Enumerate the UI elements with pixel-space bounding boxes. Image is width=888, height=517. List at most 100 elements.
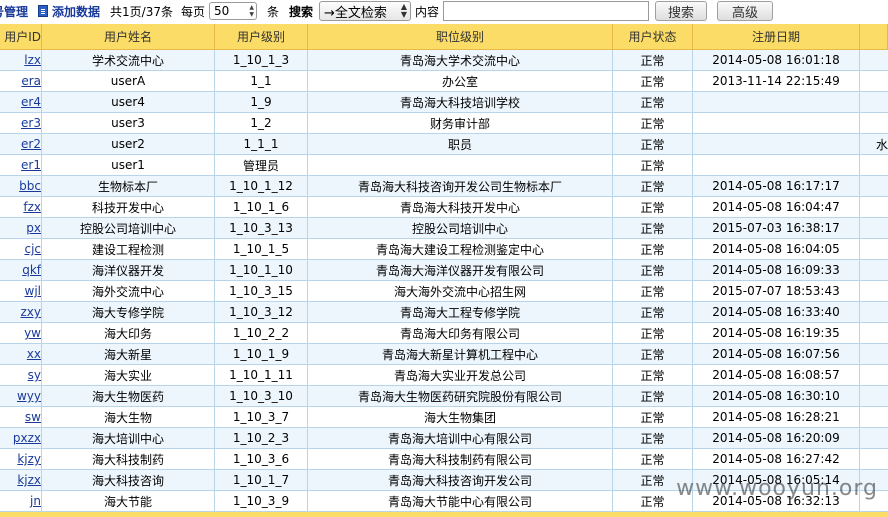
search-input[interactable] — [443, 1, 650, 21]
position-level-cell: 青岛海大学术交流中心 — [308, 50, 613, 70]
header-user-id[interactable]: 用户ID — [0, 24, 42, 49]
user-status-cell: 正常 — [613, 302, 693, 322]
table-row[interactable]: er4 user4 1_9 青岛海大科技培训学校 正常 — [0, 92, 888, 113]
user-id-link[interactable]: qkf — [22, 263, 41, 277]
position-level-cell: 青岛海大工程专修学院 — [308, 302, 613, 322]
table-row[interactable]: sw 海大生物 1_10_3_7 海大生物集团 正常 2014-05-08 16:28:2… — [0, 407, 888, 428]
user-name-cell: 海大印务 — [42, 323, 215, 343]
extra-cell — [860, 155, 888, 175]
user-id-link[interactable]: bbc — [19, 179, 41, 193]
user-id-cell: er1 — [0, 155, 42, 175]
extra-cell — [860, 407, 888, 427]
user-id-link[interactable]: pxzx — [13, 431, 41, 445]
user-id-cell: cjc — [0, 239, 42, 259]
header-user-level[interactable]: 用户级别 — [215, 24, 308, 49]
table-row[interactable]: era userA 1_1 办公室 正常 2013-11-14 22:15:49 — [0, 71, 888, 92]
table-row[interactable]: er1 user1 管理员 正常 — [0, 155, 888, 176]
user-status-cell: 正常 — [613, 470, 693, 490]
table-row[interactable]: wyy 海大生物医药 1_10_3_10 青岛海大生物医药研究院股份有限公司 正常 201… — [0, 386, 888, 407]
extra-cell — [860, 449, 888, 469]
table-row[interactable]: sy 海大实业 1_10_1_11 青岛海大实业开发总公司 正常 2014-05-08 1… — [0, 365, 888, 386]
user-id-cell: wjl — [0, 281, 42, 301]
search-button[interactable]: 搜索 — [655, 1, 708, 21]
table-row[interactable]: lzx 学术交流中心 1_10_1_3 青岛海大学术交流中心 正常 2014-05-08 … — [0, 50, 888, 71]
register-date-cell: 2014-05-08 16:27:42 — [693, 449, 860, 469]
table-row[interactable]: px 控股公司培训中心 1_10_3_13 控股公司培训中心 正常 2015-07-03 … — [0, 218, 888, 239]
extra-cell — [860, 176, 888, 196]
register-date-cell: 2014-05-08 16:08:57 — [693, 365, 860, 385]
position-level-cell — [308, 155, 613, 175]
user-id-link[interactable]: fzx — [23, 200, 41, 214]
position-level-cell: 控股公司培训中心 — [308, 218, 613, 238]
header-register-date[interactable]: 注册日期 — [693, 24, 860, 49]
extra-cell — [860, 302, 888, 322]
table-row[interactable]: kjzy 海大科技制药 1_10_3_6 青岛海大科技制药有限公司 正常 2014-05-… — [0, 449, 888, 470]
user-id-cell: fzx — [0, 197, 42, 217]
user-level-cell: 管理员 — [215, 155, 308, 175]
user-id-link[interactable]: era — [21, 74, 41, 88]
user-id-link[interactable]: er4 — [21, 95, 41, 109]
user-id-cell: era — [0, 71, 42, 91]
user-id-link[interactable]: xx — [27, 347, 41, 361]
add-data-button[interactable]: 添加数据 — [38, 3, 100, 20]
extra-cell — [860, 491, 888, 511]
user-id-link[interactable]: er2 — [21, 137, 41, 151]
stepper-arrows-icon[interactable]: ▲ ▼ — [249, 3, 254, 19]
user-id-link[interactable]: sy — [28, 368, 41, 382]
header-position-level[interactable]: 职位级别 — [308, 24, 613, 49]
table-row[interactable]: fzx 科技开发中心 1_10_1_6 青岛海大科技开发中心 正常 2014-05-08 … — [0, 197, 888, 218]
extra-cell — [860, 71, 888, 91]
user-name-cell: 海洋仪器开发 — [42, 260, 215, 280]
user-id-link[interactable]: yw — [24, 326, 41, 340]
register-date-cell — [693, 92, 860, 112]
table-row[interactable]: bbc 生物标本厂 1_10_1_12 青岛海大科技咨询开发公司生物标本厂 正常 2014… — [0, 176, 888, 197]
user-id-link[interactable]: er1 — [21, 158, 41, 172]
register-date-cell: 2014-05-08 16:20:09 — [693, 428, 860, 448]
user-id-cell: lzx — [0, 50, 42, 70]
extra-cell — [860, 197, 888, 217]
extra-cell — [860, 218, 888, 238]
table-row[interactable]: cjc 建设工程检测 1_10_1_5 青岛海大建设工程检测鉴定中心 正常 2014-05… — [0, 239, 888, 260]
table-row[interactable]: qkf 海洋仪器开发 1_10_1_10 青岛海大海洋仪器开发有限公司 正常 2014-0… — [0, 260, 888, 281]
user-status-cell: 正常 — [613, 239, 693, 259]
user-id-link[interactable]: kjzx — [17, 473, 41, 487]
user-id-link[interactable]: er3 — [21, 116, 41, 130]
position-level-cell: 青岛海大生物医药研究院股份有限公司 — [308, 386, 613, 406]
table-row[interactable]: yw 海大印务 1_10_2_2 青岛海大印务有限公司 正常 2014-05-08 16:… — [0, 323, 888, 344]
table-row[interactable]: zxy 海大专修学院 1_10_3_12 青岛海大工程专修学院 正常 2014-05-08… — [0, 302, 888, 323]
user-level-cell: 1_10_3_13 — [215, 218, 308, 238]
user-name-cell: user4 — [42, 92, 215, 112]
table-footer — [0, 512, 888, 517]
user-id-link[interactable]: sw — [25, 410, 41, 424]
user-level-cell: 1_10_1_7 — [215, 470, 308, 490]
user-id-link[interactable]: cjc — [24, 242, 41, 256]
user-id-link[interactable]: zxy — [20, 305, 41, 319]
user-id-link[interactable]: jn — [30, 494, 41, 508]
user-name-cell: user1 — [42, 155, 215, 175]
user-id-link[interactable]: lzx — [24, 53, 41, 67]
user-name-cell: 海大节能 — [42, 491, 215, 511]
user-status-cell: 正常 — [613, 218, 693, 238]
table-row[interactable]: pxzx 海大培训中心 1_10_2_3 青岛海大培训中心有限公司 正常 2014-05-… — [0, 428, 888, 449]
table-row[interactable]: er3 user3 1_2 财务审计部 正常 — [0, 113, 888, 134]
header-user-name[interactable]: 用户姓名 — [42, 24, 215, 49]
user-id-link[interactable]: kjzy — [17, 452, 41, 466]
advanced-search-button[interactable]: 高级 — [717, 1, 774, 21]
page-size-stepper[interactable]: 50 ▲ ▼ — [209, 2, 257, 20]
table-row[interactable]: jn 海大节能 1_10_3_9 青岛海大节能中心有限公司 正常 2014-05-08 1… — [0, 491, 888, 512]
table-row[interactable]: xx 海大新星 1_10_1_9 青岛海大新星计算机工程中心 正常 2014-05-08 … — [0, 344, 888, 365]
table-row[interactable]: er2 user2 1_1_1 职员 正常 水 — [0, 134, 888, 155]
user-id-link[interactable]: px — [26, 221, 41, 235]
header-user-status[interactable]: 用户状态 — [613, 24, 693, 49]
register-date-cell: 2014-05-08 16:32:13 — [693, 491, 860, 511]
register-date-cell: 2015-07-07 18:53:43 — [693, 281, 860, 301]
user-name-cell: 学术交流中心 — [42, 50, 215, 70]
user-level-cell: 1_10_3_6 — [215, 449, 308, 469]
user-id-cell: sw — [0, 407, 42, 427]
user-id-link[interactable]: wjl — [25, 284, 41, 298]
position-level-cell: 职员 — [308, 134, 613, 154]
table-row[interactable]: kjzx 海大科技咨询 1_10_1_7 青岛海大科技咨询开发公司 正常 2014-05-… — [0, 470, 888, 491]
search-mode-select[interactable]: →全文检索 ▲ ▼ — [319, 1, 412, 21]
table-row[interactable]: wjl 海外交流中心 1_10_3_15 海大海外交流中心招生网 正常 2015-07-0… — [0, 281, 888, 302]
user-id-link[interactable]: wyy — [17, 389, 41, 403]
